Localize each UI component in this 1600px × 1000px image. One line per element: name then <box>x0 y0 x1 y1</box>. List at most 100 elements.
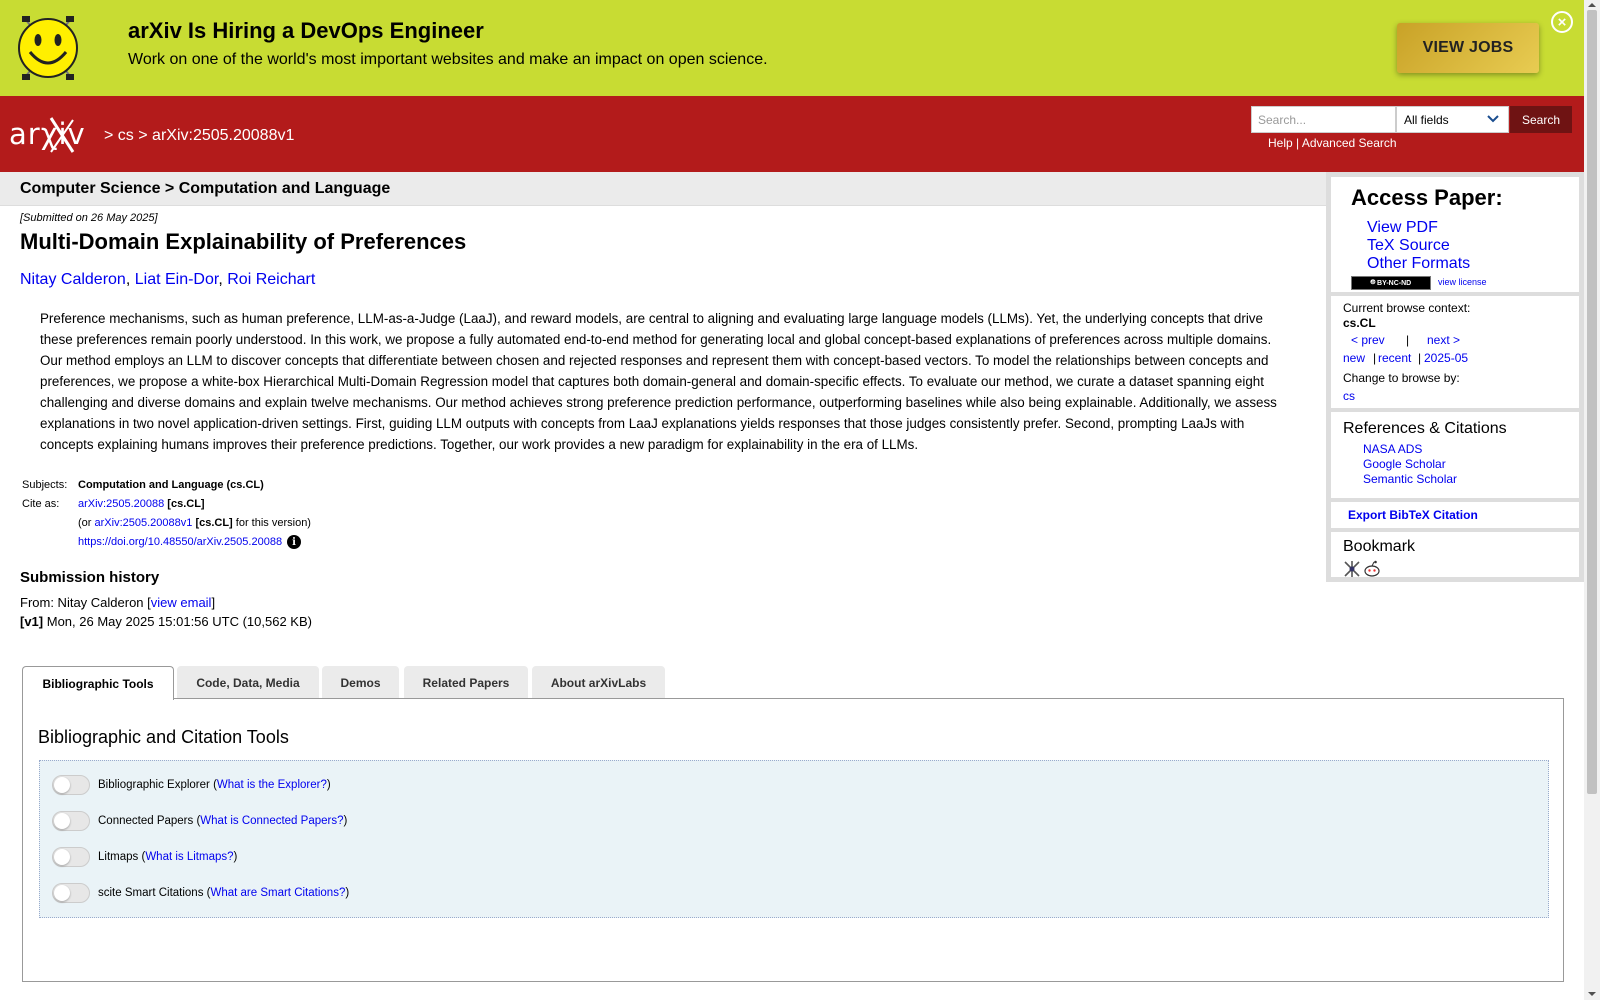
view-license-link[interactable]: view license <box>1438 277 1487 287</box>
submission-date: [Submitted on 26 May 2025] <box>20 212 158 224</box>
toggle-switch[interactable] <box>52 847 90 867</box>
info-icon[interactable]: i <box>287 535 302 549</box>
export-bibtex-link[interactable]: Export BibTeX Citation <box>1348 508 1478 522</box>
svg-text:arχiv: arχiv <box>9 117 86 151</box>
cite-tag: [cs.CL] <box>167 498 205 510</box>
subject-breadcrumb: Computer Science > Computation and Langu… <box>20 180 391 197</box>
crumb-separator: > <box>104 127 114 144</box>
crumb-separator: > <box>138 127 148 144</box>
cite-id-link[interactable]: arXiv:2505.20088 <box>78 498 164 510</box>
tab-about-arxivlabs[interactable]: About arXivLabs <box>532 666 665 699</box>
extra-services-sidebar: Access Paper: View PDF TeX Source Other … <box>1326 172 1584 582</box>
view-jobs-button[interactable]: VIEW JOBS <box>1397 23 1539 73</box>
google-scholar-link[interactable]: Google Scholar <box>1363 457 1446 471</box>
author-link[interactable]: Liat Ein-Dor <box>135 271 219 288</box>
next-link[interactable]: next > <box>1427 333 1460 347</box>
tool-connected-papers: Connected Papers (What is Connected Pape… <box>52 811 347 831</box>
tab-demos[interactable]: Demos <box>322 666 399 699</box>
version-value: (or arXiv:2505.20088v1 [cs.CL] for this … <box>78 517 311 529</box>
banner-title: arXiv Is Hiring a DevOps Engineer <box>128 18 484 43</box>
tool-label: scite Smart Citations <box>98 887 204 899</box>
tool-help-link[interactable]: What are Smart Citations? <box>210 887 345 899</box>
view-email-link[interactable]: view email <box>151 595 212 610</box>
search-button[interactable]: Search <box>1510 106 1572 133</box>
submission-history-heading: Submission history <box>20 569 160 586</box>
toggle-switch[interactable] <box>52 811 90 831</box>
bookmark-heading: Bookmark <box>1343 538 1416 555</box>
prev-link[interactable]: < prev <box>1351 333 1385 347</box>
browse-cs-link[interactable]: cs <box>1343 389 1355 403</box>
scroll-up-arrow-icon[interactable] <box>1588 1 1596 9</box>
tool-help-link[interactable]: What is Litmaps? <box>145 851 233 863</box>
close-icon[interactable]: × <box>1551 11 1573 33</box>
scroll-down-arrow-icon[interactable] <box>1588 990 1596 998</box>
bibtex-panel: Export BibTeX Citation <box>1331 502 1579 528</box>
search-field-value: All fields <box>1404 113 1449 127</box>
link-separator: | <box>1296 136 1300 150</box>
page-scrollbar[interactable] <box>1584 0 1600 1000</box>
version-suffix: for this version) <box>235 517 311 529</box>
references-heading: References & Citations <box>1343 420 1507 437</box>
crumb-paper-id: arXiv:2505.20088v1 <box>152 127 295 144</box>
advanced-search-link[interactable]: Advanced Search <box>1302 136 1397 150</box>
references-panel: References & Citations NASA ADS Google S… <box>1331 412 1579 498</box>
arxiv-logo[interactable]: arχiv <box>9 116 102 154</box>
tex-source-link[interactable]: TeX Source <box>1367 237 1450 255</box>
author-link[interactable]: Nitay Calderon <box>20 271 126 288</box>
tool-label: Litmaps <box>98 851 139 863</box>
nav-separator: | <box>1406 333 1410 347</box>
bibliographic-tools-panel: Bibliographic and Citation Tools Bibliog… <box>22 698 1564 982</box>
month-link[interactable]: 2025-05 <box>1424 351 1468 365</box>
subjects-label: Subjects: <box>22 479 68 491</box>
from-text: From: Nitay Calderon [ <box>20 595 151 610</box>
access-paper-panel: Access Paper: View PDF TeX Source Other … <box>1331 177 1579 292</box>
smiley-logo-icon <box>18 16 78 80</box>
reddit-icon[interactable] <box>1363 560 1381 578</box>
tool-bibliographic-explorer: Bibliographic Explorer (What is the Expl… <box>52 775 331 795</box>
author-link[interactable]: Roi Reichart <box>227 271 315 288</box>
search-input[interactable]: Search... <box>1251 106 1396 133</box>
nav-separator: | <box>1418 351 1422 365</box>
toggle-switch[interactable] <box>52 883 90 903</box>
subject-breadcrumb-bar: Computer Science > Computation and Langu… <box>0 172 1328 206</box>
toggle-switch[interactable] <box>52 775 90 795</box>
bibsonomy-icon[interactable] <box>1343 560 1361 578</box>
semantic-scholar-link[interactable]: Semantic Scholar <box>1363 472 1457 486</box>
nav-separator: | <box>1373 351 1377 365</box>
search-field-select[interactable]: All fields <box>1396 106 1509 133</box>
tool-scite: scite Smart Citations (What are Smart Ci… <box>52 883 349 903</box>
chevron-down-icon <box>1487 115 1499 123</box>
banner-text: Work on one of the world's most importan… <box>128 51 768 68</box>
browse-context-label: Current browse context: <box>1343 301 1471 315</box>
crumb-cs[interactable]: cs <box>118 127 134 144</box>
version-1-text: Mon, 26 May 2025 15:01:56 UTC (10,562 KB… <box>46 614 312 629</box>
search-help-links: Help | Advanced Search <box>1268 136 1397 150</box>
tool-help-link[interactable]: What is the Explorer? <box>217 779 327 791</box>
panel-heading: Bibliographic and Citation Tools <box>38 727 289 747</box>
tool-label: Connected Papers <box>98 815 194 827</box>
version-id-link[interactable]: arXiv:2505.20088v1 <box>95 517 193 529</box>
recent-link[interactable]: recent <box>1378 351 1411 365</box>
cc-license-badge[interactable]: 🅭 BY-NC-ND <box>1351 276 1431 290</box>
scrollbar-thumb[interactable] <box>1587 10 1597 794</box>
subjects-value: Computation and Language (cs.CL) <box>78 479 264 491</box>
tab-bibliographic-tools[interactable]: Bibliographic Tools <box>22 666 174 700</box>
version-1-entry: [v1] Mon, 26 May 2025 15:01:56 UTC (10,5… <box>20 614 312 629</box>
view-pdf-link[interactable]: View PDF <box>1367 219 1438 237</box>
tool-help-link[interactable]: What is Connected Papers? <box>200 815 343 827</box>
tab-code-data-media[interactable]: Code, Data, Media <box>177 666 319 699</box>
version-prefix: (or <box>78 517 92 529</box>
new-link[interactable]: new <box>1343 351 1365 365</box>
tool-label: Bibliographic Explorer <box>98 779 210 791</box>
tab-related-papers[interactable]: Related Papers <box>404 666 528 699</box>
help-link[interactable]: Help <box>1268 136 1293 150</box>
change-browse-label: Change to browse by: <box>1343 371 1460 385</box>
tools-list: Bibliographic Explorer (What is the Expl… <box>39 760 1549 918</box>
browse-context-value: cs.CL <box>1343 316 1376 330</box>
header-breadcrumb: > cs > arXiv:2505.20088v1 <box>104 127 294 145</box>
doi-link[interactable]: https://doi.org/10.48550/arXiv.2505.2008… <box>78 536 282 548</box>
author-separator: , <box>125 271 131 288</box>
cite-label: Cite as: <box>22 498 60 510</box>
nasa-ads-link[interactable]: NASA ADS <box>1363 442 1422 456</box>
other-formats-link[interactable]: Other Formats <box>1367 255 1470 273</box>
